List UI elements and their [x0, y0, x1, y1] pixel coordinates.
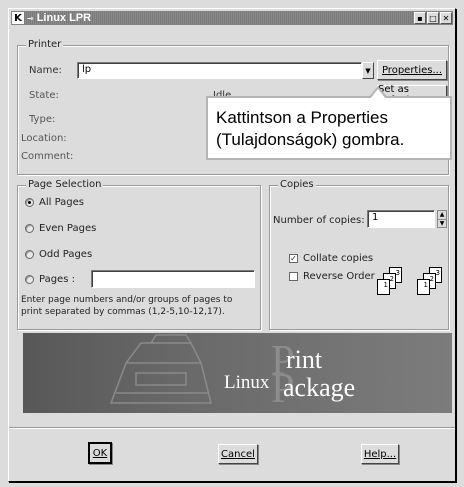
- printer-illustration: [109, 334, 212, 404]
- copies-legend: Copies: [278, 179, 316, 190]
- pages-help-line1: Enter page numbers and/or groups of page…: [21, 295, 233, 305]
- radio-dot: [25, 224, 34, 233]
- pages-label: Pages :: [39, 274, 75, 285]
- help-button[interactable]: Help...: [361, 444, 399, 464]
- radio-dot: [25, 275, 34, 284]
- ok-label: OK: [92, 447, 108, 459]
- radio-even-pages[interactable]: Even Pages: [25, 223, 96, 234]
- callout-line1: Kattintson a Properties: [216, 108, 388, 127]
- printer-name-combo[interactable]: lp: [77, 62, 362, 79]
- copies-spinbox[interactable]: 1: [367, 210, 435, 228]
- radio-dot-selected: [25, 198, 34, 207]
- properties-button-label: Properties...: [381, 64, 443, 76]
- kde-app-icon[interactable]: K: [12, 12, 24, 24]
- checkmark-icon: ✓: [289, 254, 298, 263]
- page-icon: 1: [417, 279, 430, 295]
- location-label: Location:: [21, 133, 67, 144]
- comment-label: Comment:: [21, 151, 74, 162]
- name-label: Name:: [29, 65, 62, 76]
- radio-odd-pages[interactable]: Odd Pages: [25, 249, 92, 260]
- radio-dot: [25, 250, 34, 259]
- maximize-icon[interactable]: □: [427, 12, 439, 24]
- radio-pages[interactable]: Pages :: [25, 274, 75, 285]
- banner-package: ackage: [283, 373, 356, 402]
- banner-linux: Linux: [224, 372, 270, 393]
- minimize-icon[interactable]: ▪: [414, 12, 426, 24]
- callout-arrow: [368, 86, 388, 99]
- printer-legend: Printer: [26, 39, 64, 50]
- cancel-button[interactable]: Cancel: [218, 444, 258, 464]
- chevron-down-icon[interactable]: ▼: [362, 62, 374, 79]
- title-bar[interactable]: K ⊸ Linux LPR ▪ □ ✕: [11, 11, 453, 25]
- copies-stepper[interactable]: ▲ ▼: [437, 210, 447, 228]
- callout-line2: (Tulajdonságok) gombra.: [216, 130, 405, 149]
- page-icon: 1: [377, 279, 390, 295]
- window-title: Linux LPR: [36, 12, 92, 24]
- even-pages-label: Even Pages: [39, 223, 97, 234]
- stepper-down-icon[interactable]: ▼: [438, 220, 446, 228]
- lpr-dialog-window: K ⊸ Linux LPR ▪ □ ✕ Printer Name: lp ▼ P…: [8, 8, 456, 482]
- page-selection-legend: Page Selection: [26, 179, 104, 190]
- collate-label: Collate copies: [303, 253, 374, 264]
- stepper-up-icon[interactable]: ▲: [438, 211, 446, 220]
- ok-button[interactable]: OK: [88, 442, 112, 464]
- collate-checkbox[interactable]: ✓ Collate copies: [289, 253, 373, 264]
- pages-input[interactable]: [91, 270, 255, 288]
- collate-pages-icon: 3 2 1: [417, 267, 445, 299]
- reverse-order-checkbox[interactable]: Reverse Order: [289, 271, 375, 282]
- checkbox-empty: [289, 272, 298, 281]
- bottom-separator: [9, 427, 455, 429]
- banner-print: rint: [286, 345, 323, 374]
- reverse-label: Reverse Order: [303, 271, 375, 282]
- pin-icon[interactable]: ⊸: [27, 14, 34, 23]
- type-label: Type:: [29, 114, 56, 125]
- copies-label: Number of copies:: [273, 215, 365, 226]
- cancel-label: Cancel: [221, 448, 255, 460]
- instruction-callout: Kattintson a Properties (Tulajdonságok) …: [206, 86, 452, 160]
- linux-print-package-banner: P P Linux rint ackage: [23, 333, 452, 413]
- state-label: State:: [29, 90, 59, 101]
- radio-all-pages[interactable]: All Pages: [25, 197, 84, 208]
- collate-pages-icon: 3 2 1: [377, 267, 405, 299]
- help-label: Help...: [363, 448, 397, 460]
- all-pages-label: All Pages: [39, 197, 84, 208]
- properties-button[interactable]: Properties...: [377, 60, 447, 80]
- odd-pages-label: Odd Pages: [39, 249, 93, 260]
- close-icon[interactable]: ✕: [440, 12, 452, 24]
- pages-help-line2: print separated by commas (1,2-5,10-12,1…: [21, 307, 225, 317]
